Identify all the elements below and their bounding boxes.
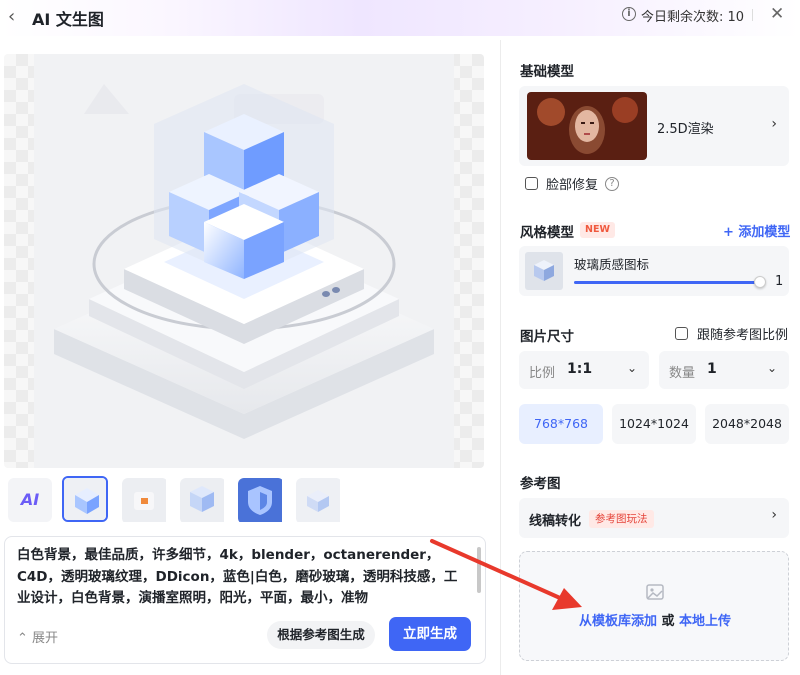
annotation-arrow [430, 539, 582, 610]
